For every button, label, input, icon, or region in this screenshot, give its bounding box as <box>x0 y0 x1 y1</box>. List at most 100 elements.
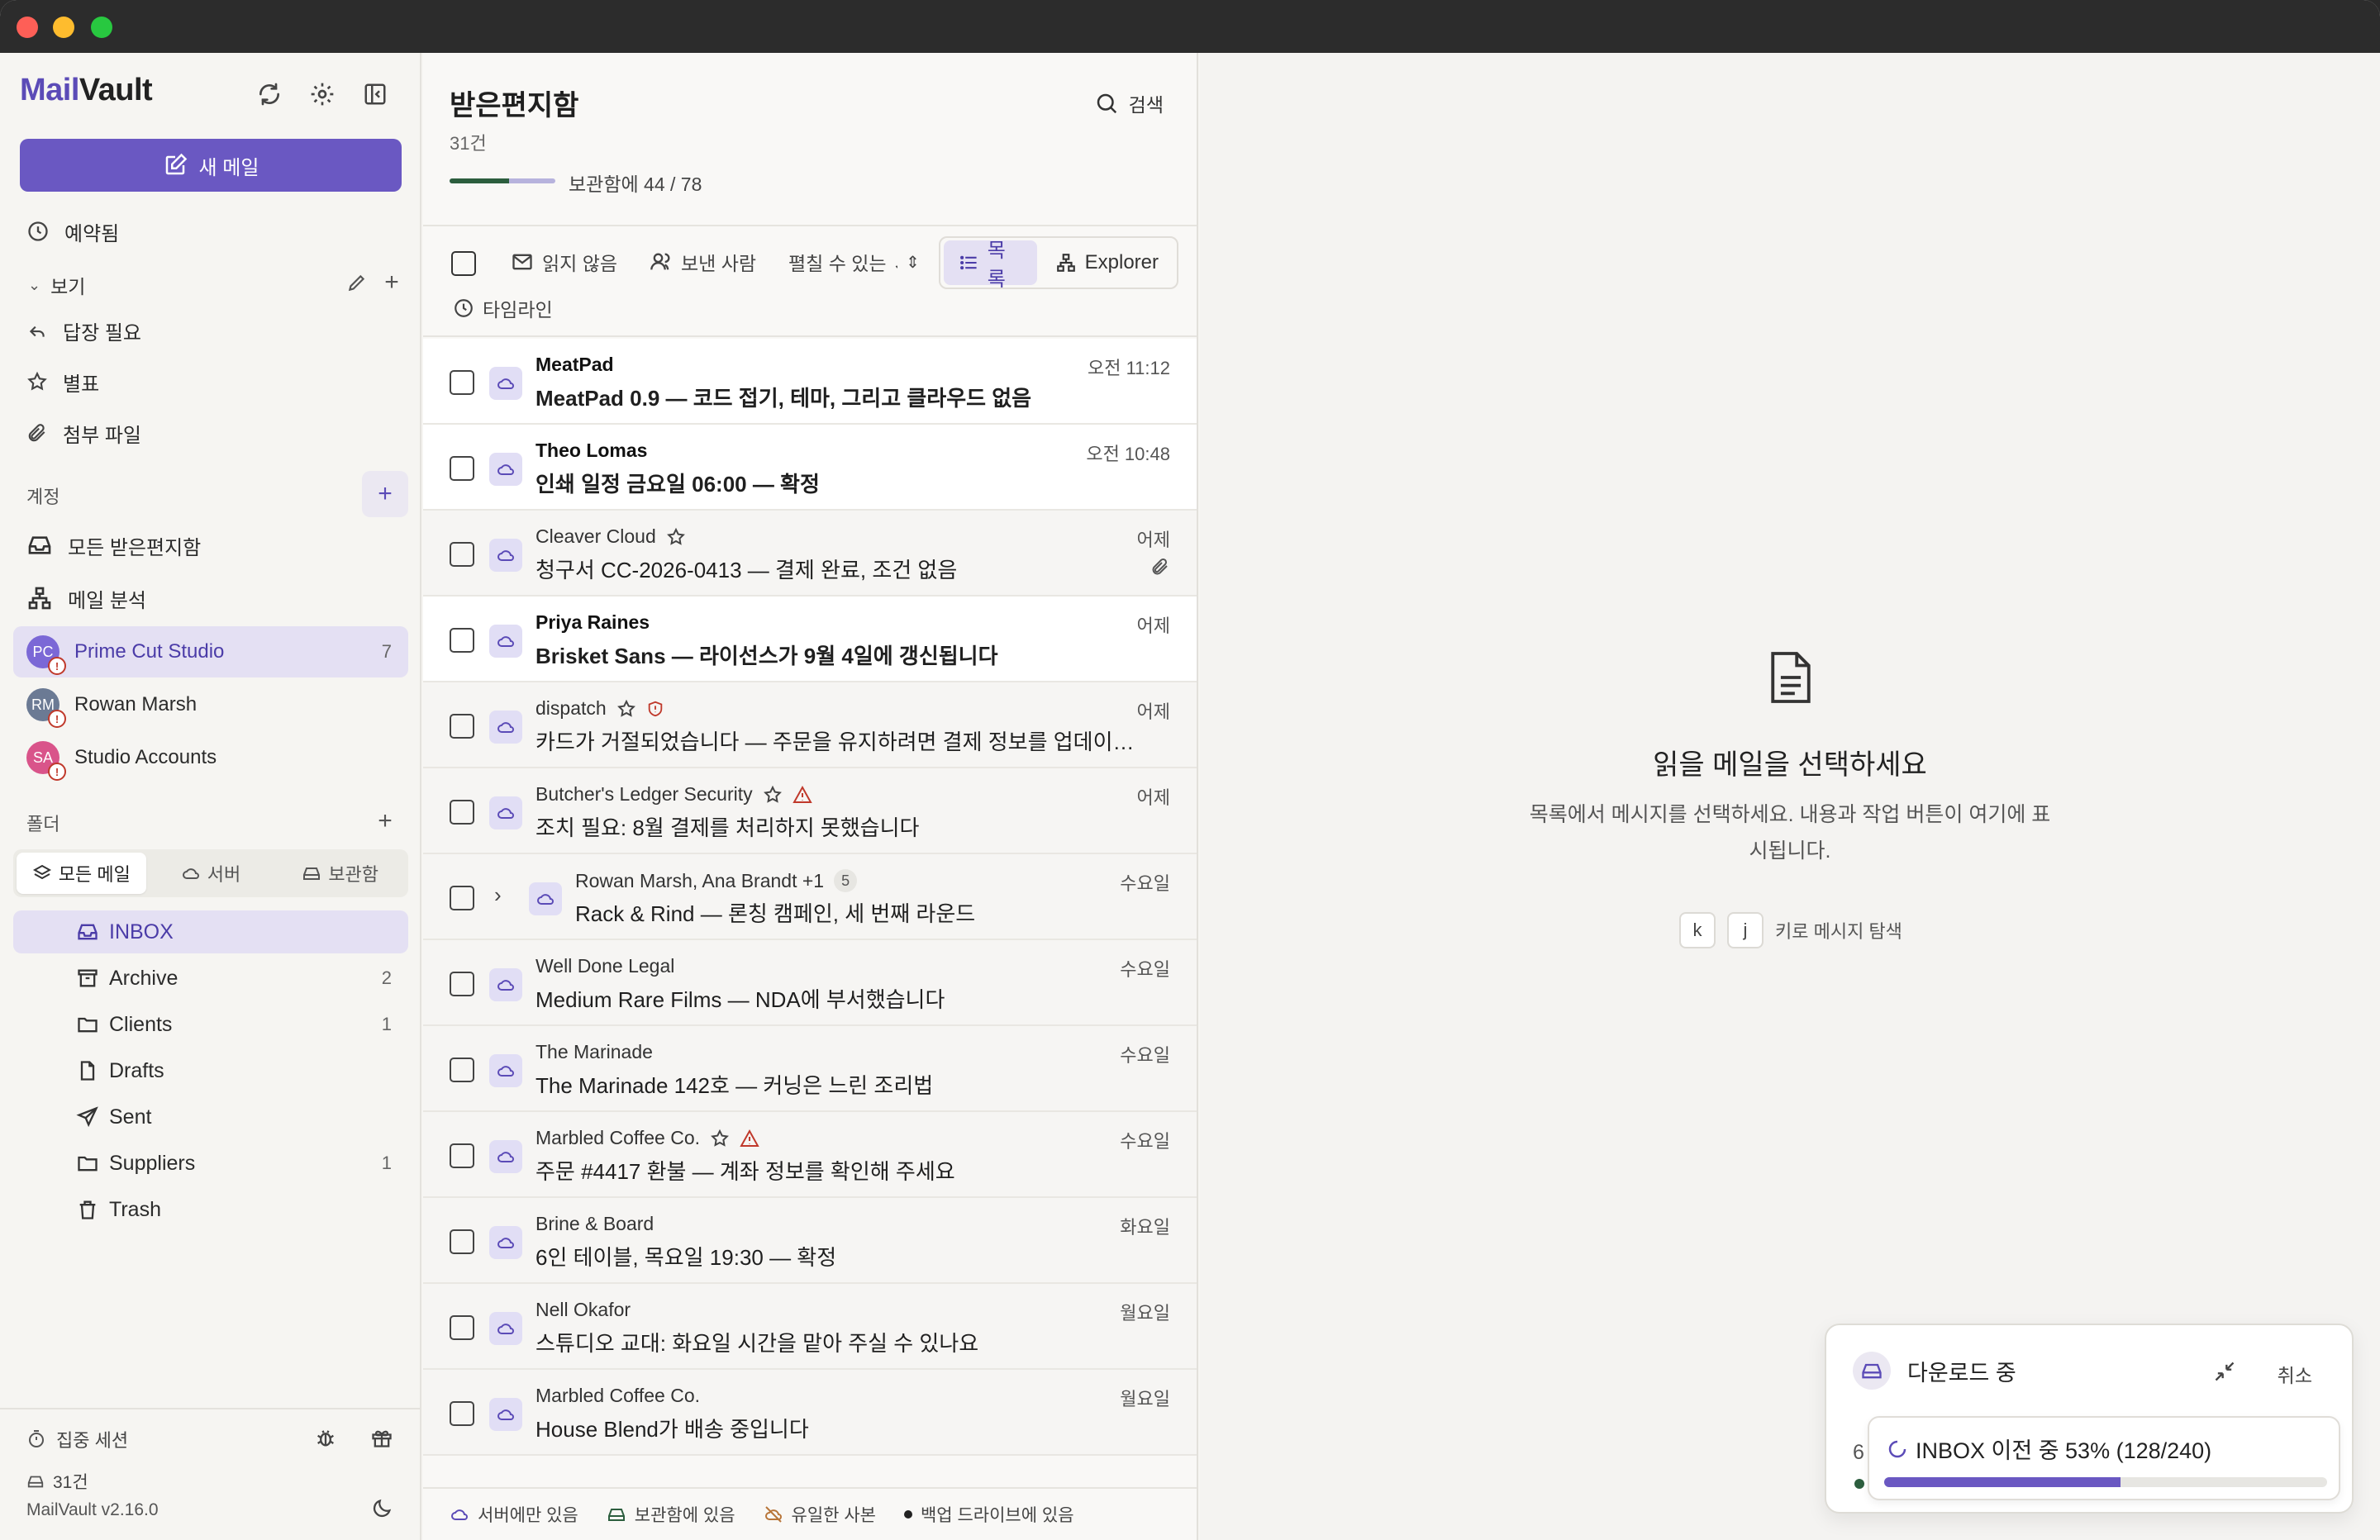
message-row[interactable]: Nell Okafor 스튜디오 교대: 화요일 시간을 맡아 주실 수 있나요 월… <box>423 1284 1197 1370</box>
add-view-plus-icon[interactable]: + <box>375 266 408 299</box>
cloud-icon <box>489 625 522 658</box>
view-needs-reply[interactable]: 답장 필요 <box>13 307 408 354</box>
edit-views-pencil-icon[interactable] <box>340 266 374 299</box>
gift-icon[interactable] <box>365 1421 398 1454</box>
row-checkbox[interactable] <box>450 714 474 739</box>
nav-all-inboxes[interactable]: 모든 받은편지함 <box>13 522 408 568</box>
folder-trash[interactable]: Trash <box>13 1188 408 1231</box>
app-version: MailVault v2.16.0 <box>26 1500 159 1519</box>
row-sender: dispatch <box>536 697 607 719</box>
row-checkbox[interactable] <box>450 542 474 567</box>
star-icon[interactable] <box>710 1129 730 1148</box>
cloud-icon <box>489 968 522 1001</box>
view-list-button[interactable]: 목록 <box>944 240 1037 291</box>
close-window-button[interactable] <box>17 17 38 38</box>
zoom-window-button[interactable] <box>91 17 112 38</box>
row-checkbox[interactable] <box>450 1229 474 1254</box>
vault-progress-label: 보관함에 44 / 78 <box>569 173 702 195</box>
select-all-checkbox[interactable] <box>451 251 476 276</box>
drive-icon <box>27 1476 44 1488</box>
account-studio-accounts[interactable]: SA! Studio Accounts <box>13 732 408 783</box>
row-checkbox[interactable] <box>450 886 474 910</box>
collapse-sidebar-icon[interactable] <box>359 78 392 111</box>
add-account-button[interactable]: + <box>362 471 408 517</box>
download-progress-card: INBOX 이전 중 53% (128/240) <box>1868 1416 2340 1500</box>
refresh-icon[interactable] <box>253 78 286 111</box>
tab-all-mail[interactable]: 모든 메일 <box>17 853 146 894</box>
avatar: PC! <box>26 635 66 675</box>
users-icon <box>650 253 670 270</box>
dark-mode-moon-icon[interactable] <box>365 1492 398 1525</box>
new-mail-button[interactable]: 새 메일 <box>20 139 402 192</box>
message-row[interactable]: The Marinade The Marinade 142호 — 커닝은 느린 조… <box>423 1026 1197 1112</box>
view-starred[interactable]: 별표 <box>13 359 408 405</box>
filter-unread[interactable]: 읽지 않음 <box>511 248 617 276</box>
row-checkbox[interactable] <box>450 1401 474 1426</box>
views-section-toggle[interactable]: ⌄ 보기 <box>28 271 85 299</box>
account-rowan-marsh[interactable]: RM! Rowan Marsh <box>13 679 408 730</box>
account-prime-cut-studio[interactable]: PC! Prime Cut Studio 7 <box>13 626 408 677</box>
shield-alert-icon <box>648 701 662 716</box>
message-row[interactable]: MeatPad MeatPad 0.9 — 코드 접기, 테마, 그리고 클라우드… <box>423 339 1197 425</box>
message-row[interactable]: Marbled Coffee Co. 주문 #4417 환불 — 계좌 정보를 확… <box>423 1112 1197 1198</box>
filter-timeline[interactable]: 타임라인 <box>453 294 553 322</box>
cancel-download-button[interactable]: 취소 <box>2278 1360 2312 1388</box>
clock-icon <box>28 221 48 241</box>
star-icon[interactable] <box>763 785 783 805</box>
tab-vault[interactable]: 보관함 <box>275 853 405 894</box>
download-progress-bar <box>1884 1477 2327 1487</box>
list-icon <box>960 255 977 270</box>
nav-scheduled[interactable]: 예약됨 <box>13 208 408 254</box>
view-attachments[interactable]: 첨부 파일 <box>13 410 408 456</box>
message-row[interactable]: Theo Lomas 인쇄 일정 금요일 06:00 — 확정 오전 10:48 <box>423 425 1197 511</box>
message-row[interactable]: Well Done Legal Medium Rare Films — NDA에 … <box>423 940 1197 1026</box>
layers-icon <box>32 864 51 880</box>
filter-expandable-select[interactable]: 펼칠 수 있는 ⌄ ⇕ <box>788 248 920 276</box>
message-row[interactable]: Marbled Coffee Co. House Blend가 배송 중입니다 월요… <box>423 1370 1197 1456</box>
row-subject: 주문 #4417 환불 — 계좌 정보를 확인해 주세요 <box>536 1159 955 1184</box>
empty-state-title: 읽을 메일을 선택하세요 <box>1653 749 1927 781</box>
message-row[interactable]: Cleaver Cloud 청구서 CC-2026-0413 — 결제 완료, 조… <box>423 511 1197 597</box>
minimize-panel-icon[interactable] <box>2213 1360 2236 1387</box>
nav-mail-analysis[interactable]: 메일 분석 <box>13 575 408 621</box>
filter-sender[interactable]: 보낸 사람 <box>650 248 756 276</box>
message-row[interactable]: Butcher's Ledger Security 조치 필요: 8월 결제를 처… <box>423 768 1197 854</box>
focus-session-button[interactable]: 집중 세션 <box>26 1426 128 1452</box>
minimize-window-button[interactable] <box>53 17 74 38</box>
row-checkbox[interactable] <box>450 456 474 481</box>
row-sender: Rowan Marsh, Ana Brandt +1 <box>575 869 825 891</box>
tab-server[interactable]: 서버 <box>146 853 276 894</box>
message-row[interactable]: Brine & Board 6인 테이블, 목요일 19:30 — 확정 화요일 <box>423 1198 1197 1284</box>
folder-suppliers[interactable]: Suppliers 1 <box>13 1142 408 1185</box>
row-subject: The Marinade 142호 — 커닝은 느린 조리법 <box>536 1073 934 1098</box>
storage-legend: 서버에만 있음 보관함에 있음 유일한 사본 백업 드라이브에 있음 <box>423 1487 1197 1540</box>
message-row[interactable]: dispatch 카드가 거절되었습니다 — 주문을 유지하려면 결제 정보를 업… <box>423 682 1197 768</box>
bug-icon[interactable] <box>309 1421 342 1454</box>
folder-archive[interactable]: Archive 2 <box>13 957 408 1000</box>
row-checkbox[interactable] <box>450 972 474 996</box>
add-folder-plus-icon[interactable]: + <box>369 805 402 838</box>
row-checkbox[interactable] <box>450 800 474 825</box>
settings-gear-icon[interactable] <box>306 78 339 111</box>
expand-thread-chevron-icon[interactable]: › <box>494 882 502 908</box>
star-icon[interactable] <box>616 699 636 719</box>
folder-sent[interactable]: Sent <box>13 1096 408 1138</box>
row-checkbox[interactable] <box>450 1143 474 1168</box>
folder-inbox[interactable]: INBOX <box>13 910 408 953</box>
row-checkbox[interactable] <box>450 1315 474 1340</box>
key-j: j <box>1727 912 1764 948</box>
app-window: MailVault 새 메일 예약됨 ⌄ 보기 + 답장 필요 별표 첨부 파일… <box>0 0 2380 1540</box>
folder-clients[interactable]: Clients 1 <box>13 1003 408 1046</box>
view-explorer-button[interactable]: Explorer <box>1040 240 1173 285</box>
cloud-icon <box>489 1140 522 1173</box>
row-checkbox[interactable] <box>450 370 474 395</box>
row-sender: Brine & Board <box>536 1213 654 1234</box>
folder-drafts[interactable]: Drafts <box>13 1049 408 1092</box>
star-icon[interactable] <box>666 527 686 547</box>
message-row[interactable]: Priya Raines Brisket Sans — 라이선스가 9월 4일에 … <box>423 597 1197 682</box>
row-checkbox[interactable] <box>450 1058 474 1082</box>
message-row[interactable]: › Rowan Marsh, Ana Brandt +1 5 Rack & Rind … <box>423 854 1197 940</box>
search-button[interactable]: 검색 <box>1094 89 1164 117</box>
unread-count: 7 <box>381 641 392 662</box>
row-checkbox[interactable] <box>450 628 474 653</box>
